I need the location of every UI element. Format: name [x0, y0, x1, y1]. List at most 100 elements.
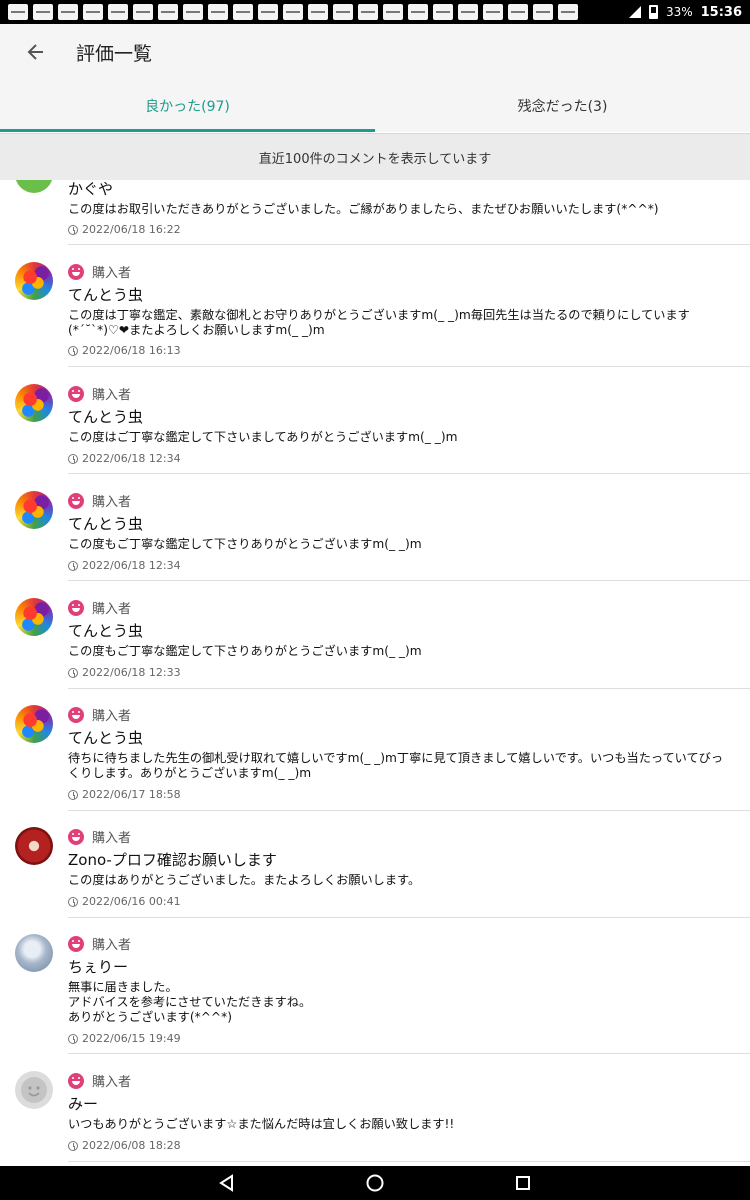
review-meta: 購入者 [68, 934, 131, 953]
reviewer-name: かぐや [68, 180, 114, 198]
notification-icon [83, 4, 103, 20]
review-meta: 購入者 [68, 598, 131, 617]
review-list[interactable]: かぐや この度はお取引いただきありがとうございました。ご縁がありましたら、またぜ… [0, 180, 750, 1166]
notification-icon [233, 4, 253, 20]
reviewer-name: みー [68, 1095, 99, 1113]
avatar[interactable] [15, 262, 53, 300]
divider [68, 917, 750, 918]
notification-icon [483, 4, 503, 20]
clock-icon [68, 224, 78, 235]
tab-good[interactable]: 良かった(97) [0, 80, 375, 132]
triangle-back-icon [219, 1174, 233, 1192]
review-comment: 無事に届きました。 アドバイスを参考にさせていただきますね。 ありがとうございま… [68, 980, 312, 1024]
date-text: 2022/06/15 19:49 [82, 1032, 181, 1045]
square-recents-icon [516, 1176, 530, 1190]
reviewer-role: 購入者 [92, 1075, 132, 1090]
smile-icon [68, 828, 84, 845]
review-date: 2022/06/17 18:58 [68, 788, 181, 801]
clock-icon [68, 896, 78, 907]
smile-icon [68, 263, 84, 280]
review-meta: 購入者 [68, 262, 131, 281]
reviewer-name: ちぇりー [68, 958, 129, 976]
date-text: 2022/06/18 16:13 [82, 344, 181, 357]
smile-icon [68, 492, 84, 509]
review-meta: 購入者 [68, 1071, 131, 1090]
avatar[interactable] [15, 491, 53, 529]
notification-icon [558, 4, 578, 20]
review-date: 2022/06/18 12:34 [68, 452, 181, 465]
avatar[interactable] [15, 827, 53, 865]
reviewer-role: 購入者 [92, 831, 132, 846]
review-date: 2022/06/18 12:34 [68, 559, 181, 572]
notification-icon [533, 4, 553, 20]
avatar[interactable] [15, 384, 53, 422]
reviewer-role: 購入者 [92, 495, 132, 510]
smile-icon [68, 385, 84, 402]
reviewer-name: Zono-プロフ確認お願いします [68, 851, 277, 869]
notification-icon [408, 4, 428, 20]
notification-icon [283, 4, 303, 20]
notification-icon [58, 4, 78, 20]
signal-icon [628, 6, 641, 18]
divider [68, 1161, 750, 1162]
battery-icon [648, 5, 658, 19]
notification-icon [183, 4, 203, 20]
circle-home-icon [366, 1174, 384, 1192]
clock-icon [68, 1033, 78, 1044]
review-meta: 購入者 [68, 827, 131, 846]
avatar[interactable] [15, 598, 53, 636]
avatar[interactable] [15, 180, 53, 193]
date-text: 2022/06/18 12:34 [82, 452, 181, 465]
divider [68, 366, 750, 367]
smile-icon [68, 935, 84, 952]
review-comment: この度は丁寧な鑑定、素敵な御札とお守りありがとうございますm(_ _)m毎回先生… [68, 308, 690, 337]
divider [68, 1053, 750, 1054]
back-button[interactable] [8, 24, 64, 80]
page-title: 評価一覧 [76, 42, 153, 65]
date-text: 2022/06/18 12:33 [82, 666, 181, 679]
reviewer-name: てんとう虫 [68, 515, 144, 533]
avatar[interactable] [15, 934, 53, 972]
reviewer-role: 購入者 [92, 266, 132, 281]
clock-icon [68, 789, 78, 800]
notification-icon [333, 4, 353, 20]
reviewer-role: 購入者 [92, 709, 132, 724]
notification-icon [8, 4, 28, 20]
date-text: 2022/06/17 18:58 [82, 788, 181, 801]
app-bar: 評価一覧 [0, 24, 750, 80]
divider [68, 688, 750, 689]
notification-icon [383, 4, 403, 20]
review-date: 2022/06/08 18:28 [68, 1139, 181, 1152]
review-comment: この度はありがとうございました。またよろしくお願いします。 [68, 873, 421, 887]
notification-icon [358, 4, 378, 20]
tab-bar: 良かった(97) 残念だった(3) [0, 80, 750, 132]
divider [68, 473, 750, 474]
tab-bad[interactable]: 残念だった(3) [375, 80, 750, 132]
reviewer-name: てんとう虫 [68, 729, 144, 747]
review-comment: 待ちに待ちました先生の御札受け取れて嬉しいですm(_ _)m丁寧に見て頂きまして… [68, 751, 724, 780]
date-text: 2022/06/18 12:34 [82, 559, 181, 572]
clock-icon [68, 345, 78, 356]
smile-icon [68, 1072, 84, 1089]
nav-recents-button[interactable] [512, 1172, 534, 1194]
clock-icon [68, 560, 78, 571]
notification-icon [108, 4, 128, 20]
clock-icon [68, 453, 78, 464]
nav-back-button[interactable] [216, 1172, 238, 1194]
review-comment: いつもありがとうございます☆また悩んだ時は宜しくお願い致します!! [68, 1117, 455, 1131]
avatar[interactable] [15, 705, 53, 743]
date-text: 2022/06/18 16:22 [82, 223, 181, 236]
review-date: 2022/06/15 19:49 [68, 1032, 181, 1045]
date-text: 2022/06/16 00:41 [82, 895, 181, 908]
reviewer-name: てんとう虫 [68, 622, 144, 640]
arrow-left-icon [27, 44, 43, 60]
notification-icon [133, 4, 153, 20]
nav-home-button[interactable] [364, 1172, 386, 1194]
review-date: 2022/06/16 00:41 [68, 895, 181, 908]
clock-time: 15:36 [700, 4, 742, 20]
reviewer-role: 購入者 [92, 602, 132, 617]
reviewer-name: てんとう虫 [68, 408, 144, 426]
notification-icon [33, 4, 53, 20]
avatar[interactable] [15, 1071, 53, 1109]
notification-icon [208, 4, 228, 20]
